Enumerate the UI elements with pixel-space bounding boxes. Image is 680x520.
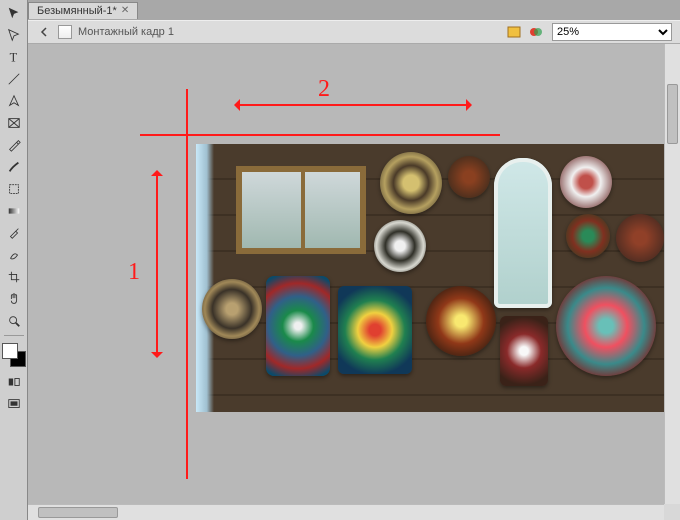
canvas-header: Монтажный кадр 1 25% — [28, 20, 680, 44]
close-icon[interactable]: ✕ — [121, 5, 129, 16]
pen-tool[interactable] — [3, 91, 25, 111]
brush-tool[interactable] — [3, 157, 25, 177]
annotation-label-1: 1 — [128, 259, 140, 286]
toolbox-divider — [4, 335, 24, 336]
horizontal-scrollbar[interactable] — [28, 504, 664, 520]
color-swatches[interactable] — [2, 343, 26, 367]
color-settings-icon[interactable] — [528, 24, 544, 40]
image-rect-plate — [266, 276, 330, 376]
horizontal-guide — [140, 134, 500, 136]
breadcrumb: Монтажный кадр 1 — [78, 26, 506, 38]
document-tab[interactable]: Безымянный-1* ✕ — [28, 2, 138, 19]
document-canvas[interactable] — [196, 144, 664, 412]
zoom-tool[interactable] — [3, 311, 25, 331]
image-plate — [556, 276, 656, 376]
smudge-tool[interactable] — [3, 245, 25, 265]
image-plate — [426, 286, 496, 356]
preflight-icon[interactable] — [506, 24, 522, 40]
image-plate — [448, 156, 490, 198]
type-tool[interactable]: T — [3, 47, 25, 67]
crop-tool[interactable] — [3, 267, 25, 287]
image-rect-plate — [338, 286, 412, 374]
image-edge — [196, 144, 214, 412]
image-rect-plate — [500, 316, 548, 386]
horizontal-dimension-arrow — [238, 104, 468, 106]
tab-title: Безымянный-1* — [37, 5, 117, 17]
image-window — [236, 166, 366, 254]
zoom-select[interactable]: 25% — [552, 23, 672, 41]
foreground-swatch[interactable] — [2, 343, 18, 359]
image-arch-plate — [494, 158, 552, 308]
annotation-label-2: 2 — [318, 76, 330, 103]
image-plate — [380, 152, 442, 214]
direct-selection-tool[interactable] — [3, 25, 25, 45]
selection-tool[interactable] — [3, 3, 25, 23]
svg-text:T: T — [9, 50, 17, 64]
image-plate — [616, 214, 664, 262]
image-plate — [566, 214, 610, 258]
document-tab-bar: Безымянный-1* ✕ — [28, 0, 680, 20]
line-tool[interactable] — [3, 69, 25, 89]
free-transform-tool[interactable] — [3, 179, 25, 199]
rectangle-frame-tool[interactable] — [3, 113, 25, 133]
header-icons — [506, 24, 544, 40]
gradient-tool[interactable] — [3, 201, 25, 221]
scrollbar-thumb[interactable] — [667, 84, 678, 144]
back-icon[interactable] — [36, 24, 52, 40]
scroll-corner — [664, 504, 680, 520]
hand-tool[interactable] — [3, 289, 25, 309]
screen-mode-icon[interactable] — [3, 394, 25, 414]
pencil-tool[interactable] — [3, 135, 25, 155]
vertical-dimension-arrow — [156, 174, 158, 354]
vertical-guide — [186, 89, 188, 479]
page-icon — [58, 25, 72, 39]
eyedropper-tool[interactable] — [3, 223, 25, 243]
canvas-area: 1 2 — [28, 44, 680, 520]
image-plate — [202, 279, 262, 339]
vertical-scrollbar[interactable] — [664, 44, 680, 504]
image-plate — [560, 156, 612, 208]
mode-toggle-icon[interactable] — [3, 372, 25, 392]
scrollbar-thumb[interactable] — [38, 507, 118, 518]
image-plate — [374, 220, 426, 272]
toolbox: T — [0, 0, 28, 520]
